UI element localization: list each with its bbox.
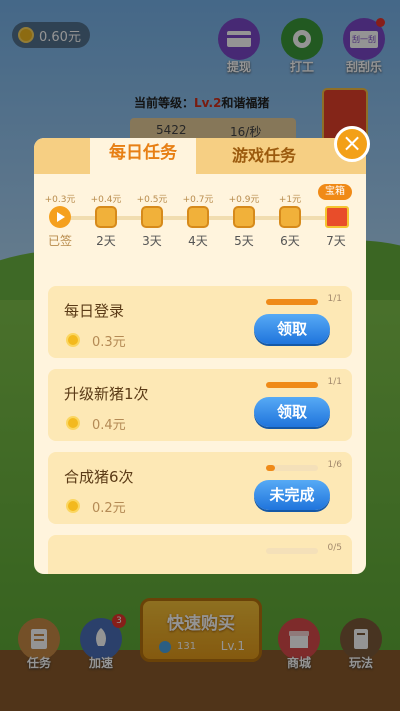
claim-button[interactable]: 领取 bbox=[254, 397, 330, 427]
coin-icon bbox=[66, 499, 80, 513]
task-item: 升级新猪1次 0.4元 1/1 领取 bbox=[48, 369, 352, 441]
task-item: 每日登录 0.3元 1/1 领取 bbox=[48, 286, 352, 358]
gift-chest-icon bbox=[325, 206, 349, 228]
close-button[interactable]: × bbox=[334, 126, 370, 162]
coin-icon bbox=[66, 333, 80, 347]
coin-chip-icon bbox=[187, 206, 209, 228]
signin-day-5[interactable]: +0.9元 5天 bbox=[222, 192, 266, 249]
task-modal: 每日任务 游戏任务 宝箱 +0.3元 已签 +0.4元 2天 +0.5元 3天 … bbox=[34, 138, 366, 574]
task-progress-bar bbox=[266, 382, 318, 388]
coin-icon bbox=[66, 416, 80, 430]
signin-day-7[interactable]: 7天 bbox=[314, 192, 358, 249]
task-item: 合成猪6次 0.2元 1/6 未完成 bbox=[48, 452, 352, 524]
coin-chip-icon bbox=[141, 206, 163, 228]
coin-chip-icon bbox=[95, 206, 117, 228]
coin-chip-icon bbox=[233, 206, 255, 228]
coin-chip-icon bbox=[279, 206, 301, 228]
signin-day-1[interactable]: +0.3元 已签 bbox=[38, 192, 82, 249]
signin-day-6[interactable]: +1元 6天 bbox=[268, 192, 312, 249]
claim-button[interactable]: 领取 bbox=[254, 314, 330, 344]
signin-day-3[interactable]: +0.5元 3天 bbox=[130, 192, 174, 249]
tab-game-tasks[interactable]: 游戏任务 bbox=[204, 142, 324, 166]
signin-day-2[interactable]: +0.4元 2天 bbox=[84, 192, 128, 249]
task-progress-bar bbox=[266, 465, 318, 471]
task-progress-bar bbox=[266, 548, 318, 554]
task-progress-bar bbox=[266, 299, 318, 305]
signin-day-4[interactable]: +0.7元 4天 bbox=[176, 192, 220, 249]
task-item-partial: 0/5 bbox=[48, 535, 352, 574]
tab-daily-tasks[interactable]: 每日任务 bbox=[90, 138, 196, 176]
play-icon bbox=[49, 206, 71, 228]
incomplete-button[interactable]: 未完成 bbox=[254, 480, 330, 510]
